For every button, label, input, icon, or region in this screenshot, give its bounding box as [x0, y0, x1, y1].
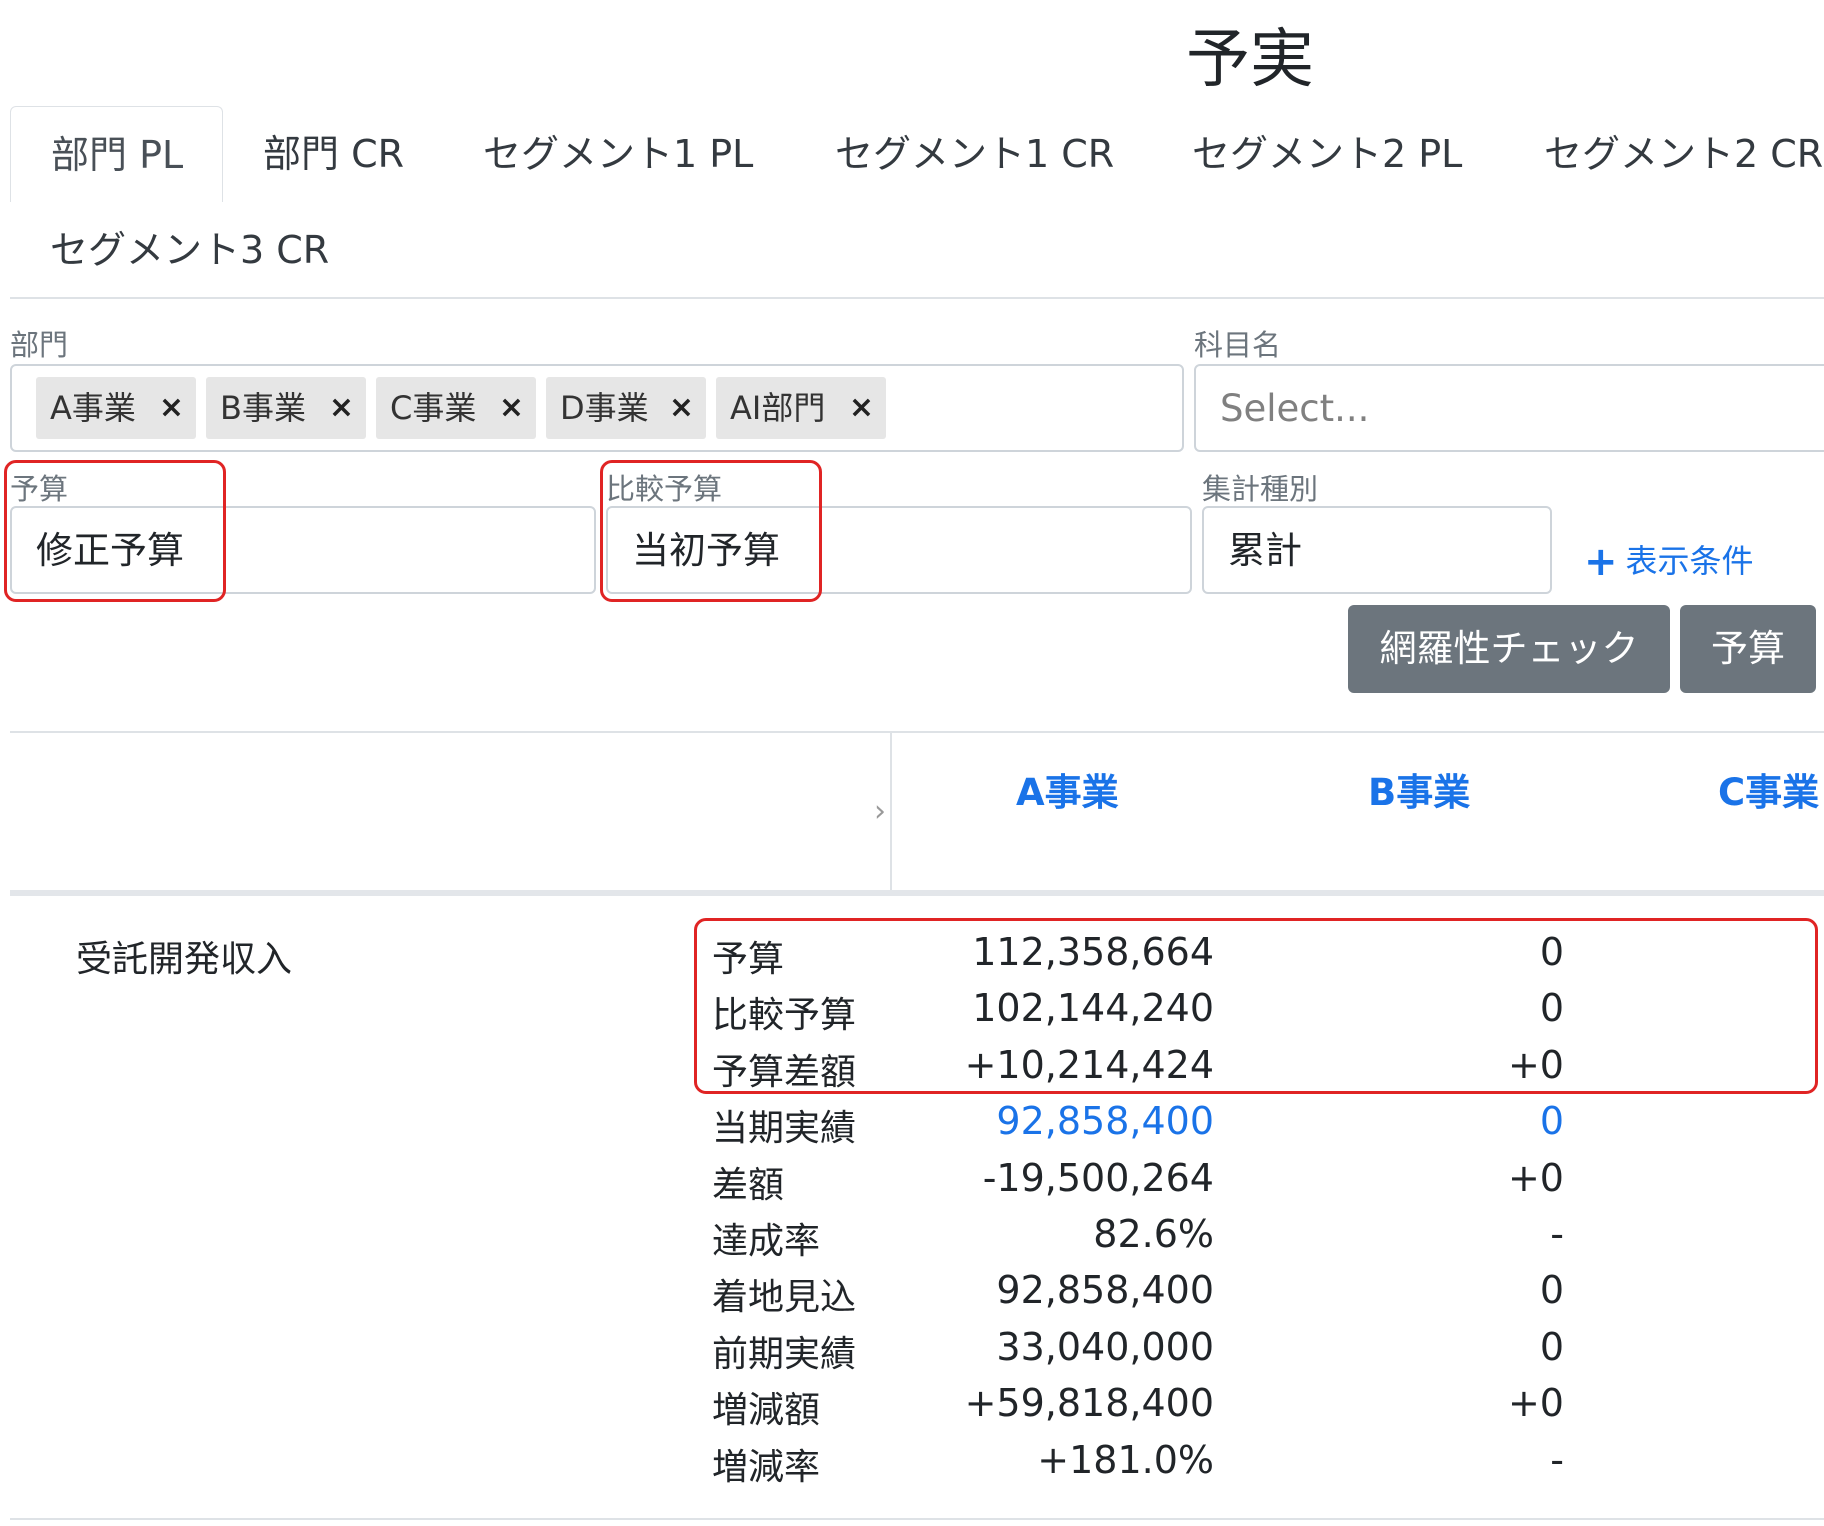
metrics-highlight: [694, 918, 1818, 1094]
budget-highlight: [4, 460, 226, 602]
tab-segment2-pl[interactable]: セグメント2 PL: [1152, 106, 1502, 202]
value-a: 33,040,000: [996, 1325, 1214, 1369]
column-header-c-business[interactable]: C事業: [1718, 762, 1819, 816]
row-label: 受託開発収入: [76, 939, 293, 980]
compare-budget-highlight: [600, 460, 822, 602]
add-display-condition-link[interactable]: + 表示条件: [1584, 536, 1754, 585]
tab-segment3-cr[interactable]: セグメント3 CR: [10, 202, 369, 298]
tab-segment2-cr[interactable]: セグメント2 CR: [1504, 106, 1824, 202]
value-a: +181.0%: [1037, 1438, 1214, 1482]
chip-d-business: D事業 ×: [546, 377, 706, 439]
metric-label: 増減額: [712, 1390, 821, 1431]
budget-button[interactable]: 予算: [1680, 605, 1816, 693]
metric-label: 当期実績: [712, 1108, 857, 1149]
column-header-b-business[interactable]: B事業: [1368, 762, 1470, 816]
tabs-divider: [10, 297, 1824, 299]
tab-segment1-cr[interactable]: セグメント1 CR: [795, 106, 1154, 202]
remove-chip-icon[interactable]: ×: [669, 377, 694, 439]
metric-label: 達成率: [712, 1221, 821, 1262]
page-title: 予実: [1186, 23, 1314, 97]
value-b: -: [1550, 1438, 1564, 1482]
table-header-border: [10, 890, 1824, 896]
metric-label: 差額: [712, 1165, 785, 1206]
plus-icon: +: [1584, 539, 1618, 585]
actual-value-link-b[interactable]: 0: [1540, 1099, 1564, 1143]
actual-value-link-a[interactable]: 92,858,400: [996, 1099, 1214, 1143]
tab-segment1-pl[interactable]: セグメント1 PL: [443, 106, 793, 202]
department-label: 部門: [10, 328, 69, 362]
aggregation-label: 集計種別: [1202, 472, 1319, 506]
table-bottom-border: [10, 1518, 1824, 1520]
table-top-border: [10, 731, 1824, 733]
coverage-check-button[interactable]: 網羅性チェック: [1348, 605, 1670, 693]
tab-bar: 部門 PL 部門 CR セグメント1 PL セグメント1 CR セグメント2 P…: [10, 106, 1824, 300]
tab-dept-pl[interactable]: 部門 PL: [10, 106, 223, 202]
metric-label: 前期実績: [712, 1334, 857, 1375]
value-a: 82.6%: [1093, 1212, 1214, 1256]
remove-chip-icon[interactable]: ×: [159, 377, 184, 439]
value-b: 0: [1539, 1268, 1564, 1312]
account-label: 科目名: [1194, 328, 1282, 362]
tab-dept-cr[interactable]: 部門 CR: [223, 106, 444, 202]
column-header-a-business[interactable]: A事業: [1016, 762, 1119, 816]
metric-label: 増減率: [712, 1447, 821, 1488]
value-a: -19,500,264: [982, 1156, 1214, 1200]
remove-chip-icon[interactable]: ×: [499, 377, 524, 439]
value-a: +59,818,400: [964, 1381, 1214, 1425]
chevron-right-icon[interactable]: ›: [874, 794, 886, 829]
account-select[interactable]: Select...: [1194, 364, 1824, 452]
account-placeholder: Select...: [1220, 387, 1370, 430]
value-a: 92,858,400: [996, 1268, 1214, 1312]
aggregation-value: 累計: [1228, 529, 1302, 572]
value-b: 0: [1539, 1325, 1564, 1369]
value-b: -: [1550, 1212, 1564, 1256]
chip-ai-dept: AI部門 ×: [716, 377, 886, 439]
chip-c-business: C事業 ×: [376, 377, 536, 439]
chip-b-business: B事業 ×: [206, 377, 366, 439]
value-b: +0: [1507, 1381, 1564, 1425]
metric-label: 着地見込: [712, 1277, 857, 1318]
value-b: +0: [1507, 1156, 1564, 1200]
department-multiselect[interactable]: A事業 × B事業 × C事業 × D事業 × AI部門 ×: [10, 364, 1184, 452]
remove-chip-icon[interactable]: ×: [329, 377, 354, 439]
remove-chip-icon[interactable]: ×: [849, 377, 874, 439]
table-header-divider: [890, 731, 892, 891]
aggregation-select[interactable]: 累計: [1202, 506, 1552, 594]
chip-a-business: A事業 ×: [36, 377, 196, 439]
